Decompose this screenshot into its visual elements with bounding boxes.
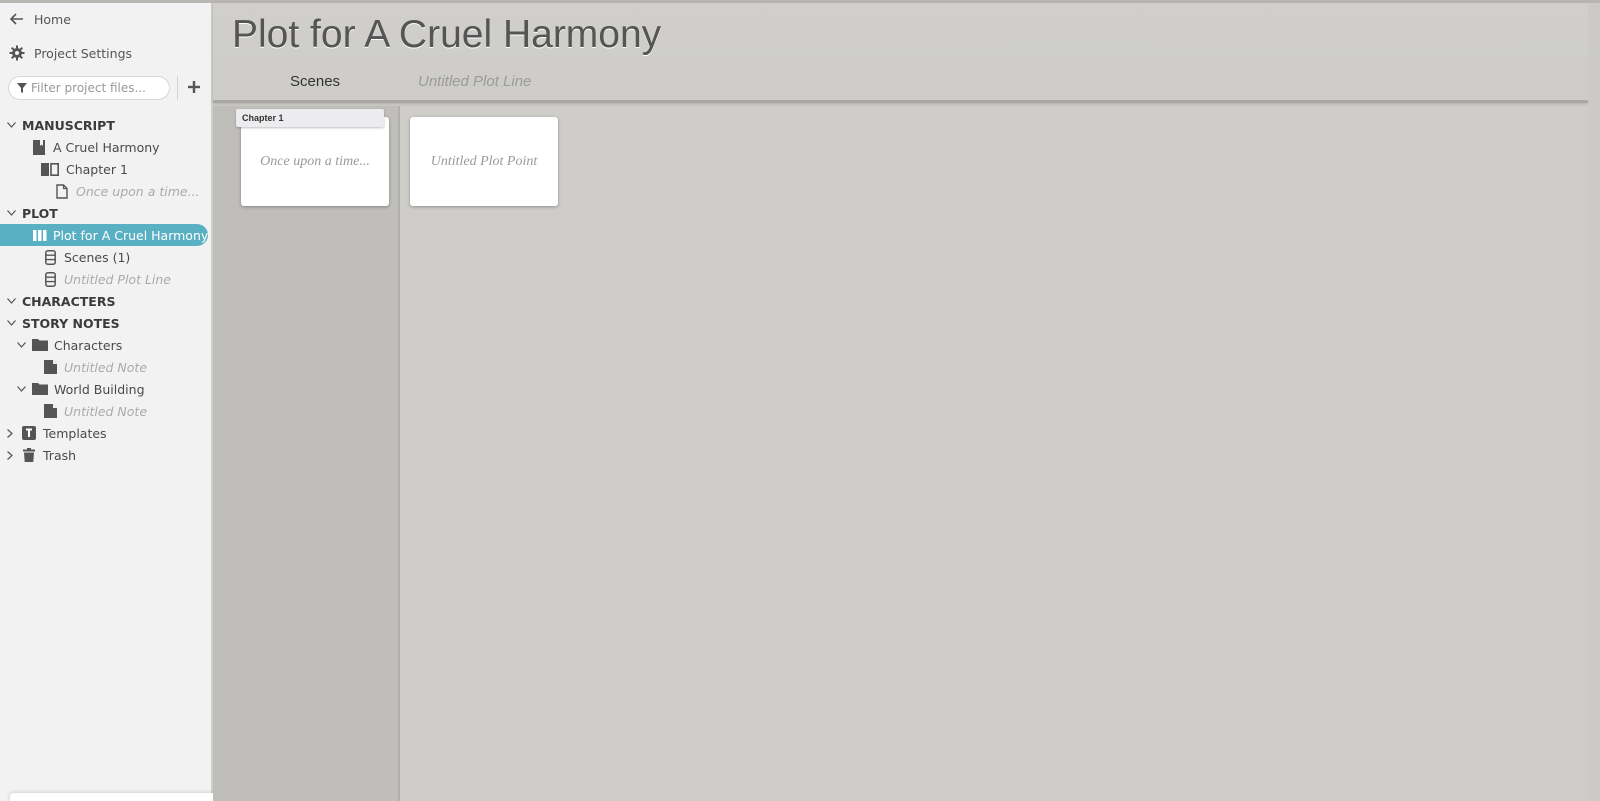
chevron-down-icon bbox=[6, 210, 16, 216]
tab-scenes[interactable]: Scenes bbox=[290, 73, 340, 90]
book-icon bbox=[31, 139, 47, 155]
tree-item-label: World Building bbox=[54, 381, 145, 397]
rows-icon bbox=[42, 249, 58, 265]
home-link[interactable]: Home bbox=[8, 8, 71, 30]
plot-header: Plot for A Cruel Harmony Scenes Untitled… bbox=[213, 3, 1588, 103]
tree-item-book[interactable]: A Cruel Harmony bbox=[31, 136, 160, 158]
tree-item-scene[interactable]: Once upon a time... bbox=[54, 180, 200, 202]
scenes-lane bbox=[213, 106, 400, 801]
filter-input[interactable] bbox=[31, 81, 159, 95]
section-plot[interactable]: PLOT bbox=[6, 202, 58, 224]
scrollbar-track[interactable] bbox=[1588, 3, 1600, 801]
sidebar: Home Project Settings MANUSCRIPT A Cruel… bbox=[0, 3, 244, 801]
plot-point-card-title: Untitled Plot Point bbox=[430, 153, 538, 169]
home-label: Home bbox=[34, 11, 71, 27]
tree-item-label: Once upon a time... bbox=[76, 183, 200, 199]
tree-item-note[interactable]: Untitled Note bbox=[42, 400, 147, 422]
tab-untitled-plot-line[interactable]: Untitled Plot Line bbox=[418, 73, 531, 90]
tree-item-label: Untitled Plot Line bbox=[64, 271, 172, 287]
page-title: Plot for A Cruel Harmony bbox=[232, 13, 662, 56]
add-button[interactable] bbox=[184, 78, 204, 98]
tree-item-label: Chapter 1 bbox=[66, 161, 128, 177]
tree-item-templates[interactable]: Templates bbox=[5, 422, 107, 444]
tree-item-trash[interactable]: Trash bbox=[5, 444, 76, 466]
section-characters[interactable]: CHARACTERS bbox=[6, 290, 115, 312]
toolbar-divider bbox=[177, 76, 178, 100]
folder-icon bbox=[32, 383, 48, 395]
chevron-right-icon bbox=[5, 450, 15, 460]
plot-board: Plot for A Cruel Harmony Scenes Untitled… bbox=[213, 3, 1600, 801]
columns-icon bbox=[33, 229, 47, 241]
chevron-down-icon bbox=[16, 342, 26, 348]
note-icon bbox=[42, 404, 58, 418]
note-icon bbox=[42, 360, 58, 374]
tree-item-folder[interactable]: Characters bbox=[16, 334, 122, 356]
filter-icon bbox=[17, 81, 27, 96]
gear-icon bbox=[8, 45, 26, 61]
chevron-right-icon bbox=[5, 428, 15, 438]
chevron-down-icon bbox=[6, 298, 16, 304]
tree-item-label: Untitled Note bbox=[64, 403, 148, 419]
tree-item-folder[interactable]: World Building bbox=[16, 378, 145, 400]
chevron-down-icon bbox=[6, 320, 16, 326]
chevron-down-icon bbox=[16, 386, 26, 392]
tree-item-note[interactable]: Untitled Note bbox=[42, 356, 147, 378]
tree-item-label: A Cruel Harmony bbox=[53, 139, 160, 155]
tree-item-plot-line[interactable]: Untitled Plot Line bbox=[42, 268, 171, 290]
template-icon bbox=[21, 426, 37, 440]
scene-card[interactable]: Once upon a time... bbox=[241, 117, 389, 206]
open-book-icon bbox=[40, 162, 60, 176]
file-icon bbox=[54, 183, 70, 199]
tree-item-chapter[interactable]: Chapter 1 bbox=[40, 158, 128, 180]
tree-item-plot-selected[interactable]: Plot for A Cruel Harmony bbox=[0, 224, 208, 246]
arrow-left-icon bbox=[8, 13, 26, 25]
section-story-notes[interactable]: STORY NOTES bbox=[6, 312, 120, 334]
plus-icon bbox=[188, 80, 200, 96]
bottom-popup-panel bbox=[10, 793, 244, 801]
project-settings-link[interactable]: Project Settings bbox=[8, 42, 132, 64]
tree-item-label: Characters bbox=[54, 337, 123, 353]
tree-item-plot-line[interactable]: Scenes (1) bbox=[42, 246, 130, 268]
rows-icon bbox=[42, 271, 58, 287]
tree-item-label: Scenes (1) bbox=[64, 249, 131, 265]
filter-field[interactable] bbox=[8, 76, 170, 100]
trash-icon bbox=[21, 448, 37, 462]
plot-point-card[interactable]: Untitled Plot Point bbox=[410, 117, 558, 206]
chevron-down-icon bbox=[6, 122, 16, 128]
folder-icon bbox=[32, 339, 48, 351]
section-label: CHARACTERS bbox=[22, 293, 116, 309]
chapter-tag[interactable]: Chapter 1 bbox=[236, 109, 384, 127]
section-label: STORY NOTES bbox=[22, 315, 120, 331]
tree-item-label: Trash bbox=[43, 447, 77, 463]
tree-item-label: Templates bbox=[43, 425, 107, 441]
section-manuscript[interactable]: MANUSCRIPT bbox=[6, 114, 115, 136]
tree-item-label: Plot for A Cruel Harmony bbox=[53, 227, 209, 243]
scene-card-title: Once upon a time... bbox=[260, 153, 370, 169]
section-label: PLOT bbox=[22, 205, 58, 221]
tree-item-label: Untitled Note bbox=[64, 359, 148, 375]
project-settings-label: Project Settings bbox=[34, 45, 133, 61]
section-label: MANUSCRIPT bbox=[22, 117, 115, 133]
